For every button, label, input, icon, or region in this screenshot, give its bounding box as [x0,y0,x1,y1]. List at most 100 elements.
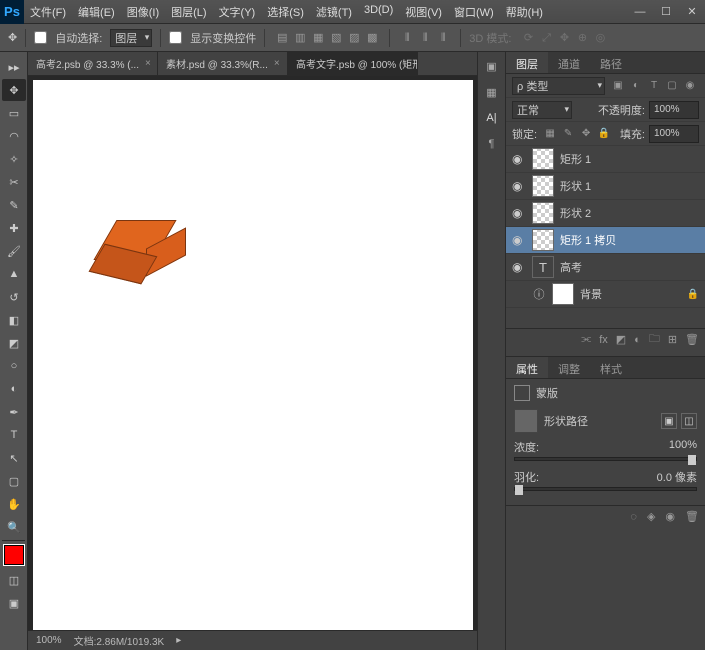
menu-view[interactable]: 视图(V) [399,4,448,20]
visibility-icon[interactable]: ◉ [512,179,526,193]
swatches-icon[interactable]: ▦ [482,82,502,102]
zoom-tool[interactable]: 🔍 [2,516,26,538]
pen-tool[interactable]: ✒ [2,401,26,423]
layer-filter-icons[interactable]: ▣◐T▢◉ [609,77,699,95]
tab-0[interactable]: 高考2.psb @ 33.3% (...× [28,52,158,75]
layer-name: 矩形 1 [560,151,699,167]
visibility-icon[interactable]: ◉ [512,152,526,166]
link-icon[interactable]: ⫘ [581,333,591,346]
layer-kind-dropdown[interactable]: ρ 类型 [512,77,605,95]
tab-styles[interactable]: 样式 [590,357,632,378]
blend-mode-dropdown[interactable]: 正常 [512,101,572,119]
layer-item[interactable]: ◉T高考 [506,254,705,281]
auto-select-checkbox[interactable] [34,31,47,44]
menu-edit[interactable]: 编辑(E) [72,4,121,20]
tab-adjustments[interactable]: 调整 [548,357,590,378]
feather-field[interactable]: 0.0 像素 [641,469,697,485]
menu-type[interactable]: 文字(Y) [213,4,262,20]
vector-mask-button[interactable]: ◫ [681,413,697,429]
menu-window[interactable]: 窗口(W) [448,4,500,20]
menu-file[interactable]: 文件(F) [24,4,72,20]
menu-help[interactable]: 帮助(H) [500,4,549,20]
minimize-button[interactable]: — [627,0,653,24]
maximize-button[interactable]: ☐ [653,0,679,24]
tab-channels[interactable]: 通道 [548,52,590,73]
quickmask-toggle[interactable]: ◫ [2,569,26,591]
heal-tool[interactable]: ✚ [2,217,26,239]
show-transform-checkbox[interactable] [169,31,182,44]
menu-3d[interactable]: 3D(D) [358,4,399,20]
visibility-icon[interactable]: ◉ [512,206,526,220]
lock-icons[interactable]: ▦✎✥🔒 [541,125,613,143]
shape-tool[interactable]: ▢ [2,470,26,492]
menu-filter[interactable]: 滤镜(T) [310,4,358,20]
distribute-icons[interactable]: ⫴⫴⫴ [398,29,452,47]
history-brush-tool[interactable]: ↺ [2,286,26,308]
stamp-tool[interactable]: ▲ [2,263,26,285]
mask-icon[interactable]: ◩ [616,333,626,346]
menu-layer[interactable]: 图层(L) [165,4,212,20]
move-tool[interactable]: ✥ [2,79,26,101]
tab-layers[interactable]: 图层 [506,52,548,73]
close-icon[interactable]: × [274,58,280,69]
auto-select-dropdown[interactable]: 图层 [110,29,152,47]
tab-paths[interactable]: 路径 [590,52,632,73]
fill-field[interactable]: 100% [649,125,699,143]
screenmode-toggle[interactable]: ▣ [2,592,26,614]
color-swatch[interactable] [4,545,24,565]
feather-slider[interactable] [514,487,697,491]
layer-item[interactable]: ◉ 矩形 1 [506,146,705,173]
menu-image[interactable]: 图像(I) [121,4,165,20]
zoom-level[interactable]: 100% [36,635,62,646]
eyedropper-tool[interactable]: ✎ [2,194,26,216]
history-icon[interactable]: ▣ [482,56,502,76]
fx-icon[interactable]: fx [599,334,608,346]
dodge-tool[interactable]: ◐ [2,378,26,400]
apply-mask-icon[interactable]: ◈ [647,510,655,523]
visibility-icon[interactable]: ◉ [512,260,526,274]
close-button[interactable]: ✕ [679,0,705,24]
layer-item[interactable]: ◉矩形 1 拷贝 [506,227,705,254]
layer-item[interactable]: ◉形状 1 [506,173,705,200]
new-layer-icon[interactable]: ⊞ [668,333,677,346]
brush-tool[interactable]: 🖌 [2,240,26,262]
path-select-tool[interactable]: ↖ [2,447,26,469]
folder-icon[interactable]: 🗀 [649,330,660,349]
disable-mask-icon[interactable]: ◉ [665,510,675,523]
layer-name: 背景 [580,286,681,302]
opacity-field[interactable]: 100% [649,101,699,119]
visibility-icon[interactable]: ◉ [512,233,526,247]
blur-tool[interactable]: ○ [2,355,26,377]
tab-2[interactable]: 高考文字.psb @ 100% (矩形 1 拷贝, RGB/8#) *× [288,52,418,75]
character-icon[interactable]: A| [482,108,502,128]
load-selection-icon[interactable]: ◌ [630,511,637,523]
hand-tool[interactable]: ✋ [2,493,26,515]
crop-tool[interactable]: ✂ [2,171,26,193]
adjustment-icon[interactable]: ◐ [634,334,641,346]
fill-label: 填充: [620,126,645,142]
pixel-mask-button[interactable]: ▣ [661,413,677,429]
type-tool[interactable]: T [2,424,26,446]
trash-icon[interactable]: 🗑 [685,510,699,523]
density-field[interactable]: 100% [649,439,697,455]
layer-item[interactable]: ◉形状 2 [506,200,705,227]
wand-tool[interactable]: ✧ [2,148,26,170]
close-icon[interactable]: × [145,58,151,69]
arrange-icon[interactable]: ▸▸ [2,56,26,78]
tab-1[interactable]: 素材.psd @ 33.3%(R...× [158,52,288,75]
tab-properties[interactable]: 属性 [506,357,548,378]
density-slider[interactable] [514,457,697,461]
chevron-right-icon[interactable]: ▸ [176,635,181,646]
lasso-tool[interactable]: ◠ [2,125,26,147]
menu-select[interactable]: 选择(S) [261,4,310,20]
gradient-tool[interactable]: ◩ [2,332,26,354]
align-icons[interactable]: ▤▥▦▧▨▩ [273,29,381,47]
info-icon[interactable]: ⓘ [532,286,546,302]
paragraph-icon[interactable]: ¶ [482,134,502,154]
canvas-area[interactable] [28,76,477,630]
eraser-tool[interactable]: ◧ [2,309,26,331]
layer-item[interactable]: ◉ⓘ背景🔒 [506,281,705,308]
marquee-tool[interactable]: ▭ [2,102,26,124]
trash-icon[interactable]: 🗑 [685,333,699,346]
canvas[interactable] [33,80,473,630]
